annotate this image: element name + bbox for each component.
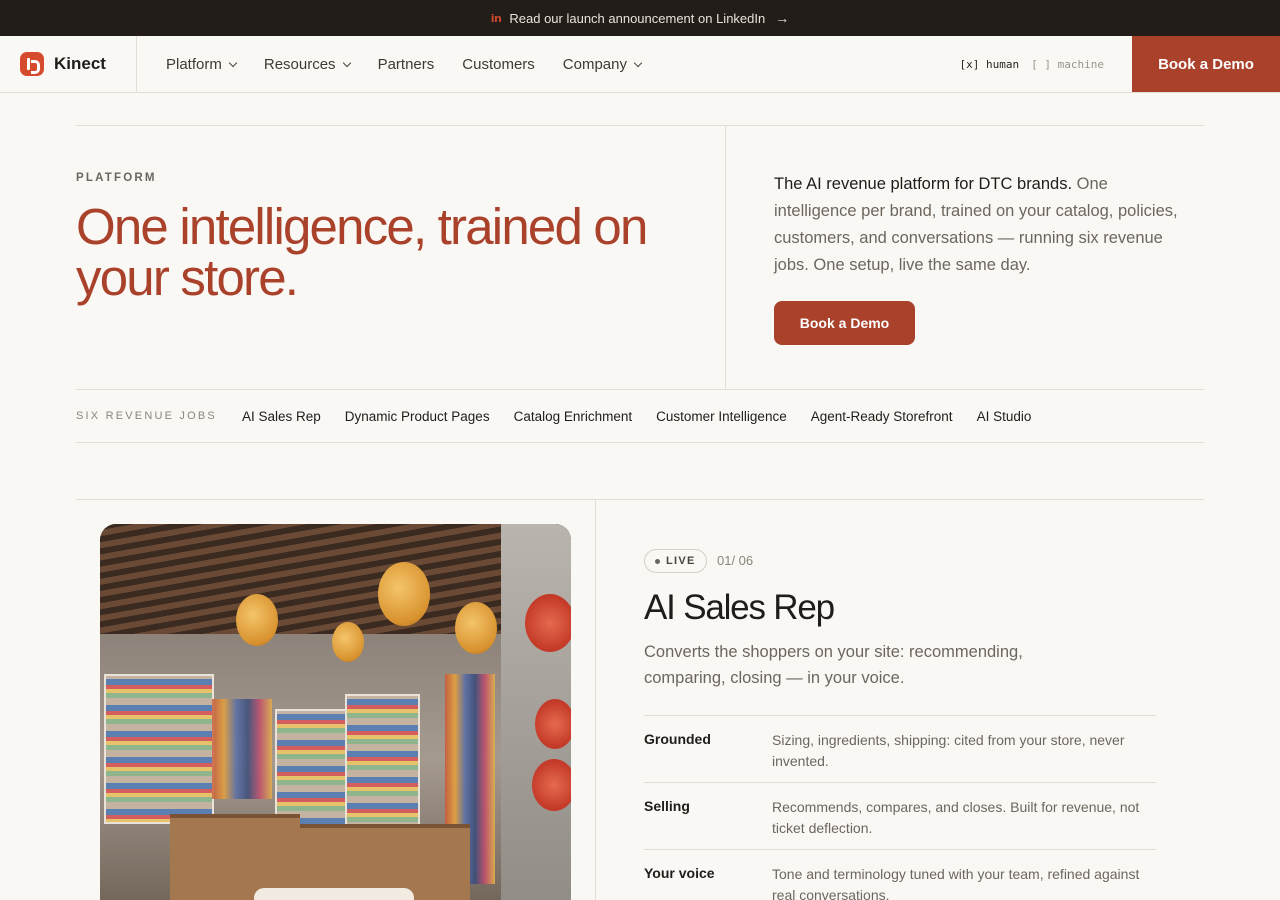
audience-mode-toggle: [x] human [ ] machine bbox=[960, 36, 1104, 92]
linkedin-icon: in bbox=[490, 11, 502, 25]
spec-key: Grounded bbox=[644, 731, 711, 747]
nav-item-company[interactable]: Company bbox=[562, 55, 643, 73]
revenue-jobs-nav: SIX REVENUE JOBS AI Sales Rep Dynamic Pr… bbox=[76, 390, 1204, 443]
status-dot-icon bbox=[655, 558, 660, 564]
announcement-text[interactable]: Read our launch announcement on LinkedIn bbox=[509, 11, 765, 26]
nav-item-label: Company bbox=[562, 55, 627, 73]
status-badge-label: LIVE bbox=[666, 555, 696, 567]
job-link-ai-studio[interactable]: AI Studio bbox=[977, 409, 1032, 424]
spec-row: Selling Recommends, compares, and closes… bbox=[644, 782, 1156, 836]
arrow-right-icon: → bbox=[775, 10, 790, 26]
jobs-label: SIX REVENUE JOBS bbox=[76, 410, 217, 422]
spec-value: Sizing, ingredients, shipping: cited fro… bbox=[772, 732, 1125, 769]
hero-title: One intelligence, trained on your store. bbox=[76, 198, 648, 306]
nav-item-label: Platform bbox=[166, 55, 222, 73]
job-link-customer-intelligence[interactable]: Customer Intelligence bbox=[656, 409, 787, 424]
nav-item-resources[interactable]: Resources bbox=[263, 55, 351, 73]
announcement-bar[interactable]: in Read our launch announcement on Linke… bbox=[0, 0, 1280, 36]
chevron-down-icon bbox=[228, 58, 238, 67]
job-link-ai-sales-rep[interactable]: AI Sales Rep bbox=[242, 409, 321, 424]
status-badge: LIVE bbox=[644, 549, 707, 573]
spec-key: Selling bbox=[644, 798, 690, 814]
spec-value: Tone and terminology tuned with your tea… bbox=[772, 866, 1140, 900]
mode-machine-option[interactable]: [ ] machine bbox=[1031, 58, 1104, 71]
nav-item-label: Partners bbox=[377, 55, 435, 73]
nav-item-partners[interactable]: Partners bbox=[378, 56, 435, 73]
spec-row: Grounded Sizing, ingredients, shipping: … bbox=[644, 715, 1156, 769]
nav-item-label: Resources bbox=[263, 55, 336, 73]
brand-name: Kinect bbox=[54, 54, 106, 73]
spec-value: Recommends, compares, and closes. Built … bbox=[772, 799, 1140, 836]
hero-eyebrow: PLATFORM bbox=[76, 172, 157, 184]
job-link-catalog-enrichment[interactable]: Catalog Enrichment bbox=[514, 409, 633, 424]
job-link-agent-ready-storefront[interactable]: Agent-Ready Storefront bbox=[811, 409, 953, 424]
hero-divider bbox=[725, 126, 726, 390]
hero-description: The AI revenue platform for DTC brands. … bbox=[774, 171, 1194, 279]
feature-subtitle: Converts the shoppers on your site: reco… bbox=[644, 643, 1023, 687]
mode-human-option[interactable]: [x] human bbox=[960, 58, 1020, 71]
main-menu: Platform Resources Partners Customers Co… bbox=[137, 36, 643, 92]
feature-section: LIVE 01/ 06 AI Sales Rep Converts the sh… bbox=[76, 499, 1204, 900]
book-demo-hero-button[interactable]: Book a Demo bbox=[774, 301, 915, 345]
hero-description-lead: The AI revenue platform for DTC brands. bbox=[774, 175, 1073, 193]
photo-caption-pill bbox=[254, 888, 414, 900]
feature-counter: 01/ 06 bbox=[717, 553, 754, 568]
chevron-down-icon bbox=[342, 58, 351, 67]
nav-item-customers[interactable]: Customers bbox=[462, 56, 535, 73]
book-demo-nav-button[interactable]: Book a Demo bbox=[1132, 36, 1280, 92]
spec-row: Your voice Tone and terminology tuned wi… bbox=[644, 849, 1156, 900]
feature-divider bbox=[595, 500, 596, 900]
chevron-down-icon bbox=[633, 58, 643, 67]
kinect-logo-icon bbox=[20, 52, 44, 76]
job-link-dynamic-product-pages[interactable]: Dynamic Product Pages bbox=[345, 409, 490, 424]
hero-section: PLATFORM One intelligence, trained on yo… bbox=[76, 125, 1204, 390]
feature-title: AI Sales Rep bbox=[644, 588, 835, 627]
nav-item-platform[interactable]: Platform bbox=[166, 55, 238, 73]
spec-key: Your voice bbox=[644, 865, 715, 881]
nav-item-label: Customers bbox=[462, 55, 535, 73]
store-interior-photo bbox=[100, 524, 571, 900]
brand-logo-link[interactable]: Kinect bbox=[0, 36, 137, 92]
top-nav: Kinect Platform Resources Partners Custo… bbox=[0, 36, 1280, 93]
